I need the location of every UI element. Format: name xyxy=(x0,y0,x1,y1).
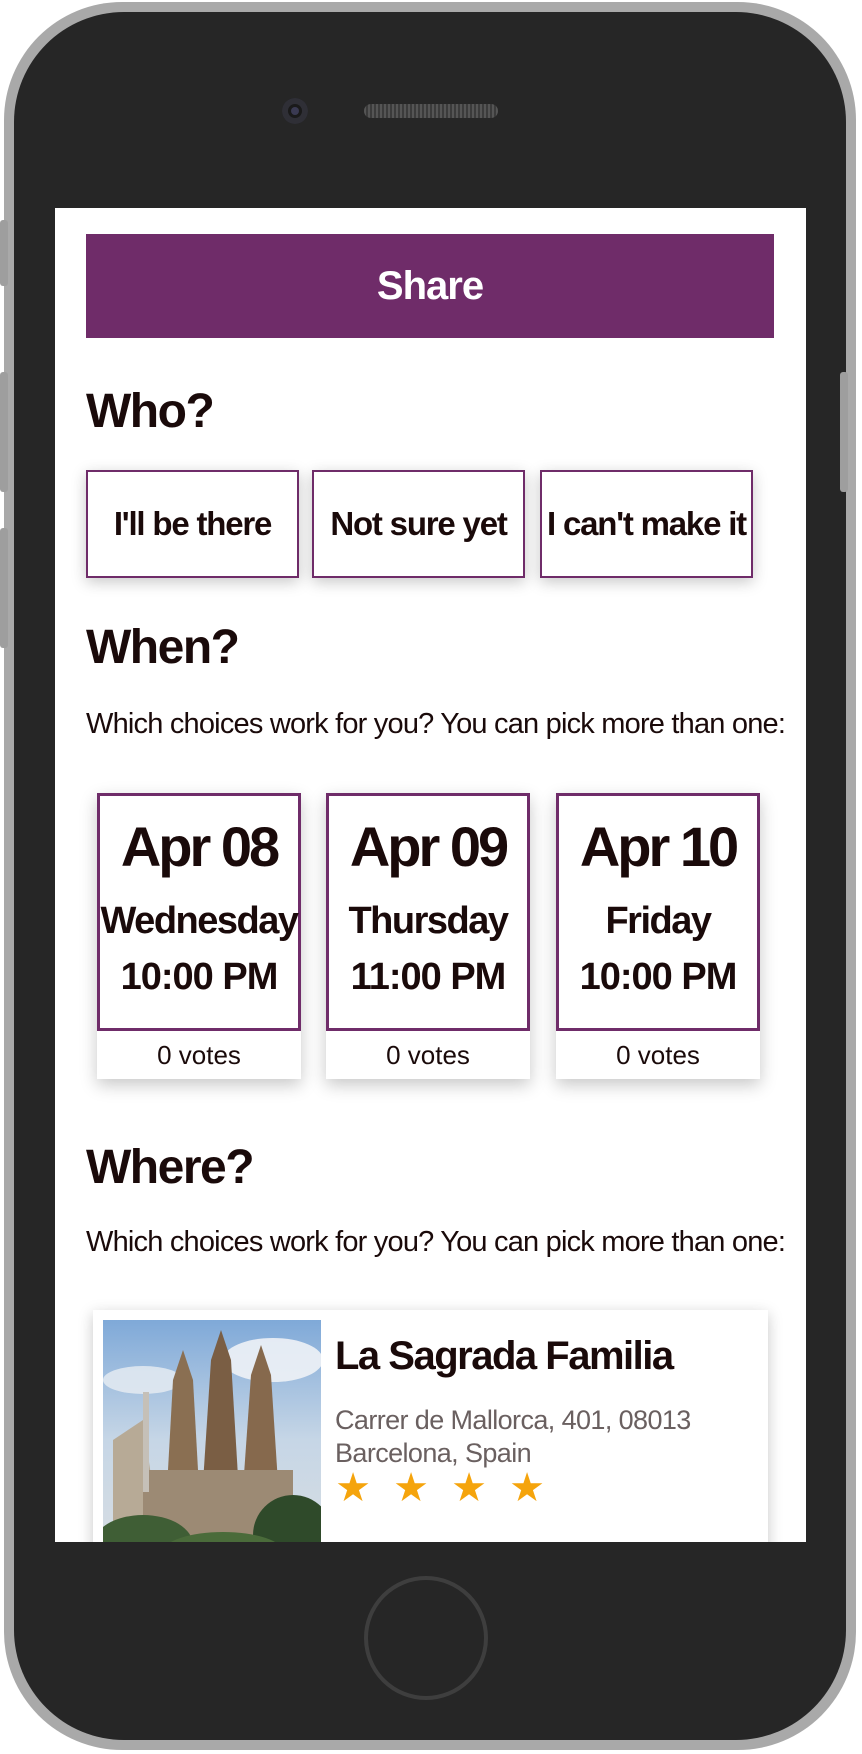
weekday-label: Thursday xyxy=(348,900,509,942)
date-option-card[interactable]: Apr 08 Wednesday 10:00 PM 0 votes xyxy=(97,793,301,1079)
where-heading: Where? xyxy=(86,1141,255,1194)
rating-stars: ★ ★ ★ ★ xyxy=(333,1468,547,1508)
who-heading: Who? xyxy=(86,385,215,438)
vote-count: 0 votes xyxy=(616,1040,700,1070)
date-label: Apr 08 xyxy=(120,815,280,878)
date-option-card[interactable]: Apr 09 Thursday 11:00 PM 0 votes xyxy=(326,793,530,1079)
mute-switch xyxy=(0,220,8,286)
where-instructions: Which choices work for you? You can pick… xyxy=(86,1226,786,1258)
share-button[interactable]: Share xyxy=(86,234,774,338)
star-icon: ★ xyxy=(393,1466,429,1510)
volume-down-button xyxy=(0,528,8,648)
vote-count: 0 votes xyxy=(386,1040,470,1070)
star-icon: ★ xyxy=(509,1466,545,1510)
date-label: Apr 09 xyxy=(349,815,509,878)
volume-up-button xyxy=(0,372,8,492)
date-option-box[interactable]: Apr 10 Friday 10:00 PM xyxy=(556,793,760,1031)
time-label: 10:00 PM xyxy=(120,956,279,998)
date-option-box[interactable]: Apr 09 Thursday 11:00 PM xyxy=(326,793,530,1031)
camera-icon xyxy=(282,98,308,124)
place-address: Carrer de Mallorca, 401, 08013 Barcelona… xyxy=(335,1405,691,1468)
star-icon: ★ xyxy=(451,1466,487,1510)
rsvp-maybe-button[interactable]: Not sure yet xyxy=(312,470,525,578)
when-heading: When? xyxy=(86,621,240,674)
power-button xyxy=(840,372,848,492)
weekday-label: Friday xyxy=(605,900,712,942)
weekday-label: Wednesday xyxy=(100,900,299,942)
when-instructions: Which choices work for you? You can pick… xyxy=(86,708,786,740)
place-name: La Sagrada Familia xyxy=(335,1334,674,1378)
date-option-card[interactable]: Apr 10 Friday 10:00 PM 0 votes xyxy=(556,793,760,1079)
home-button[interactable] xyxy=(364,1576,488,1700)
time-label: 10:00 PM xyxy=(579,956,738,998)
date-label: Apr 10 xyxy=(579,815,739,878)
date-option-box[interactable]: Apr 08 Wednesday 10:00 PM xyxy=(97,793,301,1031)
rsvp-not-going-button[interactable]: I can't make it xyxy=(540,470,753,578)
rsvp-going-button[interactable]: I'll be there xyxy=(86,470,299,578)
time-label: 11:00 PM xyxy=(350,956,507,998)
place-option-card[interactable]: La Sagrada Familia Carrer de Mallorca, 4… xyxy=(93,1310,768,1542)
basilica-photo xyxy=(103,1320,321,1542)
speaker-grille xyxy=(364,104,498,118)
star-icon: ★ xyxy=(335,1466,371,1510)
basilica-illustration xyxy=(103,1320,321,1542)
vote-count: 0 votes xyxy=(157,1040,241,1070)
app-screen: Share Who? I'll be there Not sure yet I … xyxy=(55,208,806,1542)
